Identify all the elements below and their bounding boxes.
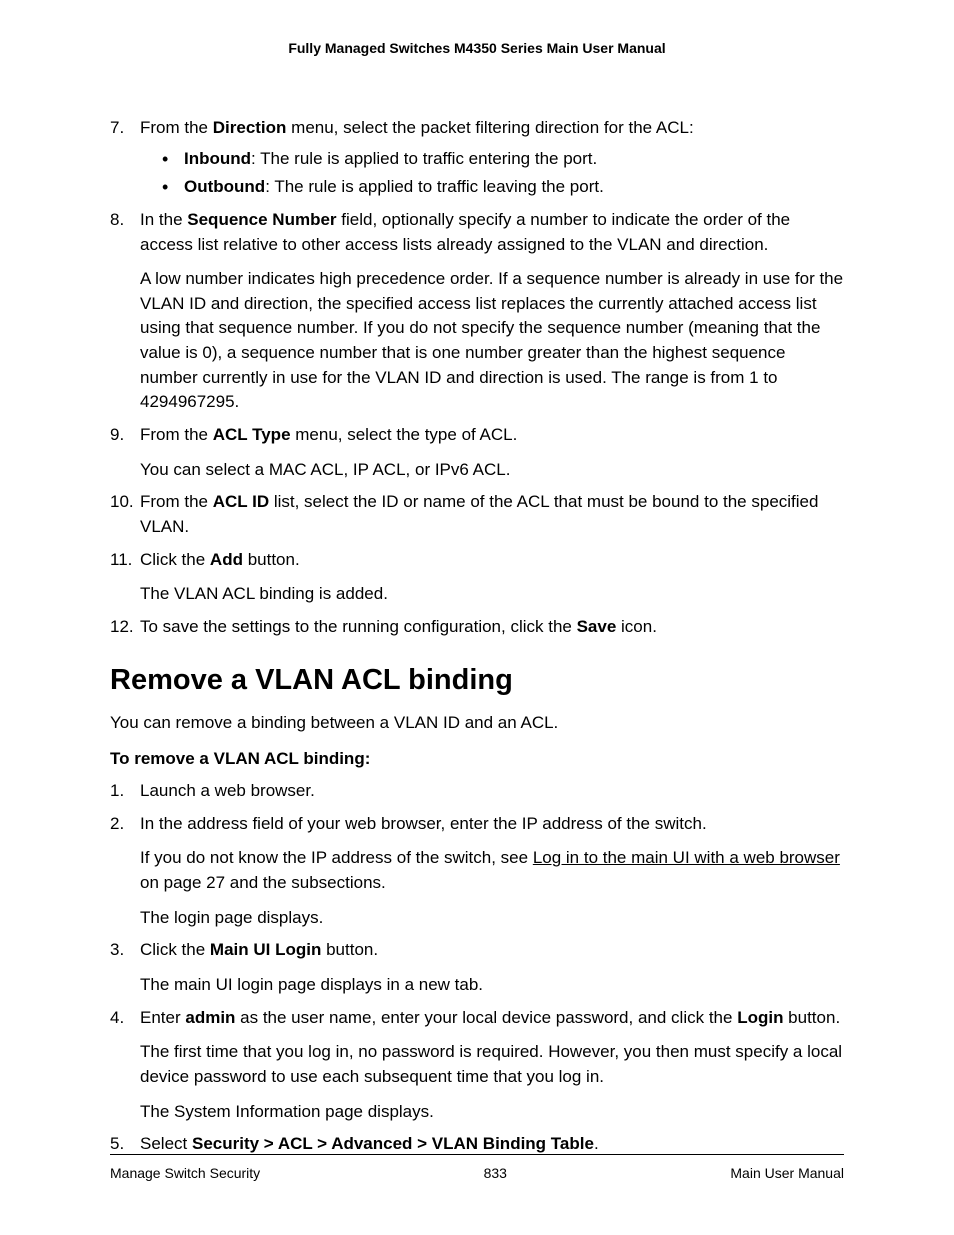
step-number: 1. (110, 779, 124, 804)
step-text: In the address field of your web browser… (140, 814, 707, 833)
step-text: Click the Main UI Login button. (140, 940, 378, 959)
step-paragraph: You can select a MAC ACL, IP ACL, or IPv… (140, 458, 844, 483)
step-paragraph: The VLAN ACL binding is added. (140, 582, 844, 607)
footer-page-number: 833 (484, 1165, 507, 1181)
step-text: To save the settings to the running conf… (140, 617, 657, 636)
step-7: 7. From the Direction menu, select the p… (110, 116, 844, 200)
step-9: 9. From the ACL Type menu, select the ty… (110, 423, 844, 482)
step-number: 4. (110, 1006, 124, 1031)
step-number: 7. (110, 116, 124, 141)
step-paragraph: If you do not know the IP address of the… (140, 846, 844, 895)
procedure-list-remove: 1. Launch a web browser. 2. In the addre… (110, 779, 844, 1157)
step-3: 3. Click the Main UI Login button. The m… (110, 938, 844, 997)
section-intro: You can remove a binding between a VLAN … (110, 711, 844, 736)
step-text: From the ACL Type menu, select the type … (140, 425, 517, 444)
footer-left: Manage Switch Security (110, 1165, 260, 1181)
step-11: 11. Click the Add button. The VLAN ACL b… (110, 548, 844, 607)
bullet-outbound: Outbound: The rule is applied to traffic… (162, 175, 844, 200)
step-paragraph: The first time that you log in, no passw… (140, 1040, 844, 1089)
step-paragraph: A low number indicates high precedence o… (140, 267, 844, 415)
step-text: From the Direction menu, select the pack… (140, 118, 694, 137)
step-text: Enter admin as the user name, enter your… (140, 1008, 840, 1027)
step-number: 10. (110, 490, 134, 515)
step-paragraph: The login page displays. (140, 906, 844, 931)
step-number: 2. (110, 812, 124, 837)
document-page: Fully Managed Switches M4350 Series Main… (0, 0, 954, 1235)
step-text: In the Sequence Number field, optionally… (140, 210, 790, 254)
procedure-list-top: 7. From the Direction menu, select the p… (110, 116, 844, 640)
page-header: Fully Managed Switches M4350 Series Main… (110, 40, 844, 56)
page-footer: Manage Switch Security 833 Main User Man… (110, 1154, 844, 1181)
step-2: 2. In the address field of your web brow… (110, 812, 844, 931)
procedure-subhead: To remove a VLAN ACL binding: (110, 749, 844, 769)
step-number: 12. (110, 615, 134, 640)
step-text: Select Security > ACL > Advanced > VLAN … (140, 1134, 599, 1153)
step-1: 1. Launch a web browser. (110, 779, 844, 804)
step-paragraph: The System Information page displays. (140, 1100, 844, 1125)
step-number: 8. (110, 208, 124, 233)
step-number: 3. (110, 938, 124, 963)
cross-ref-link[interactable]: Log in to the main UI with a web browser (533, 848, 840, 867)
step-text: From the ACL ID list, select the ID or n… (140, 492, 818, 536)
step-number: 9. (110, 423, 124, 448)
step-12: 12. To save the settings to the running … (110, 615, 844, 640)
bullet-inbound: Inbound: The rule is applied to traffic … (162, 147, 844, 172)
step-8: 8. In the Sequence Number field, optiona… (110, 208, 844, 415)
step-text: Launch a web browser. (140, 781, 315, 800)
step-text: Click the Add button. (140, 550, 300, 569)
bullet-list: Inbound: The rule is applied to traffic … (162, 147, 844, 200)
step-paragraph: The main UI login page displays in a new… (140, 973, 844, 998)
section-heading: Remove a VLAN ACL binding (110, 664, 844, 697)
step-10: 10. From the ACL ID list, select the ID … (110, 490, 844, 539)
step-number: 11. (110, 548, 132, 573)
footer-right: Main User Manual (730, 1165, 844, 1181)
step-4: 4. Enter admin as the user name, enter y… (110, 1006, 844, 1125)
